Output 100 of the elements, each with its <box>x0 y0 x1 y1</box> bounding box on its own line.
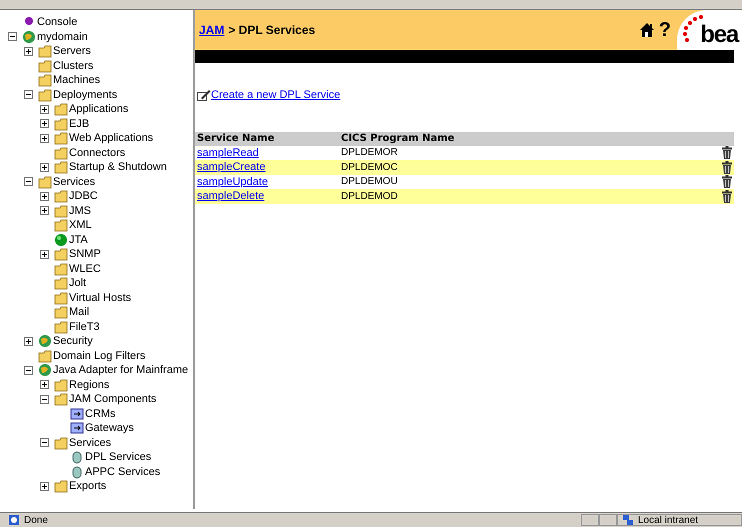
collapse-toggle[interactable] <box>24 366 33 375</box>
folder-icon <box>54 247 68 262</box>
tree-item[interactable]: Virtual Hosts <box>69 290 132 306</box>
folder-icon <box>38 44 52 58</box>
tree-item[interactable]: Applications <box>69 101 128 118</box>
tree-item[interactable]: Servers <box>53 43 91 60</box>
tree-item[interactable]: Security <box>53 333 93 350</box>
expand-toggle[interactable] <box>24 46 33 56</box>
service-link[interactable]: sampleDelete <box>197 188 341 204</box>
tree-item[interactable]: Web Applications <box>69 130 154 146</box>
tree-item[interactable]: Mail <box>69 304 90 320</box>
cylinder-icon <box>70 464 84 479</box>
expand-toggle[interactable] <box>40 104 49 114</box>
expand-toggle[interactable] <box>40 380 49 390</box>
page-title: > DPL Services <box>228 22 316 39</box>
folder-icon <box>54 262 68 276</box>
zone-text: Local intranet <box>638 514 698 527</box>
tree-item[interactable]: JTA <box>69 232 88 248</box>
tree-item[interactable]: JDBC <box>69 188 98 204</box>
table-cell-text: DPLDEMOD <box>341 190 399 204</box>
tree-item[interactable]: JMS <box>69 202 91 219</box>
delete-icon[interactable] <box>722 160 732 174</box>
folder-icon <box>38 174 52 189</box>
globe-icon <box>22 30 36 44</box>
folder-icon <box>54 131 68 146</box>
tree-item[interactable]: Machines <box>53 72 100 88</box>
folder-icon <box>54 218 68 232</box>
folder-icon <box>54 146 68 160</box>
breadcrumb-link[interactable]: JAM <box>199 21 224 39</box>
box-icon <box>70 406 84 421</box>
tree-item[interactable]: Deployments <box>53 86 118 103</box>
service-link[interactable]: sampleUpdate <box>197 174 341 190</box>
folder-icon <box>54 116 68 131</box>
tree-item[interactable]: DPL Services <box>85 449 152 466</box>
help-icon[interactable]: ? <box>658 15 671 45</box>
bea-logo[interactable]: bea <box>677 10 742 50</box>
folder-icon <box>54 320 68 334</box>
cylinder-icon <box>70 450 84 464</box>
collapse-toggle[interactable] <box>40 394 49 404</box>
tree-item[interactable]: EJB <box>69 116 90 132</box>
tree-item[interactable]: mydomain <box>37 28 88 45</box>
delete-icon[interactable] <box>722 175 732 188</box>
expand-toggle[interactable] <box>40 206 49 216</box>
tree-item[interactable]: Exports <box>69 478 106 494</box>
collapse-toggle[interactable] <box>8 32 17 42</box>
tree-item[interactable]: Domain Log Filters <box>53 348 146 364</box>
tree-item[interactable]: Gateways <box>85 420 134 436</box>
folder-icon <box>54 378 68 392</box>
tree-item[interactable]: WLEC <box>69 260 101 277</box>
tree-item[interactable]: Jolt <box>69 275 86 292</box>
expand-toggle[interactable] <box>40 250 49 259</box>
page-icon <box>8 514 20 526</box>
tree-item[interactable]: SNMP <box>69 246 101 262</box>
tree-item[interactable]: XML <box>69 217 92 234</box>
status-panel <box>581 514 599 526</box>
folder-icon <box>38 88 52 102</box>
collapse-toggle[interactable] <box>24 90 33 100</box>
globe-icon <box>38 334 52 348</box>
table-cell-text: DPLDEMOC <box>341 160 399 175</box>
box-icon <box>70 421 84 436</box>
table-cell-text: DPLDEMOU <box>341 175 399 190</box>
folder-icon <box>38 73 52 88</box>
expand-toggle[interactable] <box>40 162 49 172</box>
expand-toggle[interactable] <box>40 192 49 201</box>
folder-icon <box>54 479 68 494</box>
create-link[interactable]: Create a new DPL Service <box>211 87 340 104</box>
expand-toggle[interactable] <box>40 134 49 143</box>
tree-item[interactable]: Services <box>53 174 96 190</box>
folder-icon <box>54 204 68 218</box>
folder-icon <box>54 160 68 174</box>
folder-icon <box>54 276 68 290</box>
home-icon[interactable] <box>638 22 655 38</box>
folder-icon <box>54 392 68 406</box>
delete-icon[interactable] <box>722 190 732 203</box>
tree-item[interactable]: Console <box>37 14 78 30</box>
folder-icon <box>54 102 68 116</box>
tree-item[interactable]: JAM Components <box>69 391 156 408</box>
folder-icon <box>38 58 52 73</box>
status-text: Done <box>24 514 48 527</box>
ball-icon <box>54 232 68 247</box>
service-link[interactable]: sampleCreate <box>197 159 341 176</box>
table-cell-text: DPLDEMOR <box>341 146 399 160</box>
tree-item[interactable]: APPC Services <box>85 464 160 480</box>
tree-item[interactable]: Clusters <box>53 58 94 74</box>
service-link[interactable]: sampleRead <box>197 144 341 161</box>
tree-item[interactable]: Regions <box>69 376 110 393</box>
column-header: Service Name <box>197 132 276 146</box>
expand-toggle[interactable] <box>24 336 33 346</box>
tree-item[interactable]: Services <box>69 434 112 451</box>
tree-item[interactable]: CRMs <box>85 406 116 422</box>
tree-item[interactable]: FileT3 <box>69 318 100 335</box>
collapse-toggle[interactable] <box>40 438 49 448</box>
tree-item[interactable]: Connectors <box>69 144 126 161</box>
tree-item[interactable]: Startup & Shutdown <box>69 159 167 176</box>
folder-icon <box>54 305 68 320</box>
expand-toggle[interactable] <box>40 482 49 491</box>
tree-item[interactable]: Java Adapter for Mainframe <box>53 362 188 378</box>
delete-icon[interactable] <box>722 146 732 160</box>
collapse-toggle[interactable] <box>24 177 33 186</box>
expand-toggle[interactable] <box>40 119 49 128</box>
